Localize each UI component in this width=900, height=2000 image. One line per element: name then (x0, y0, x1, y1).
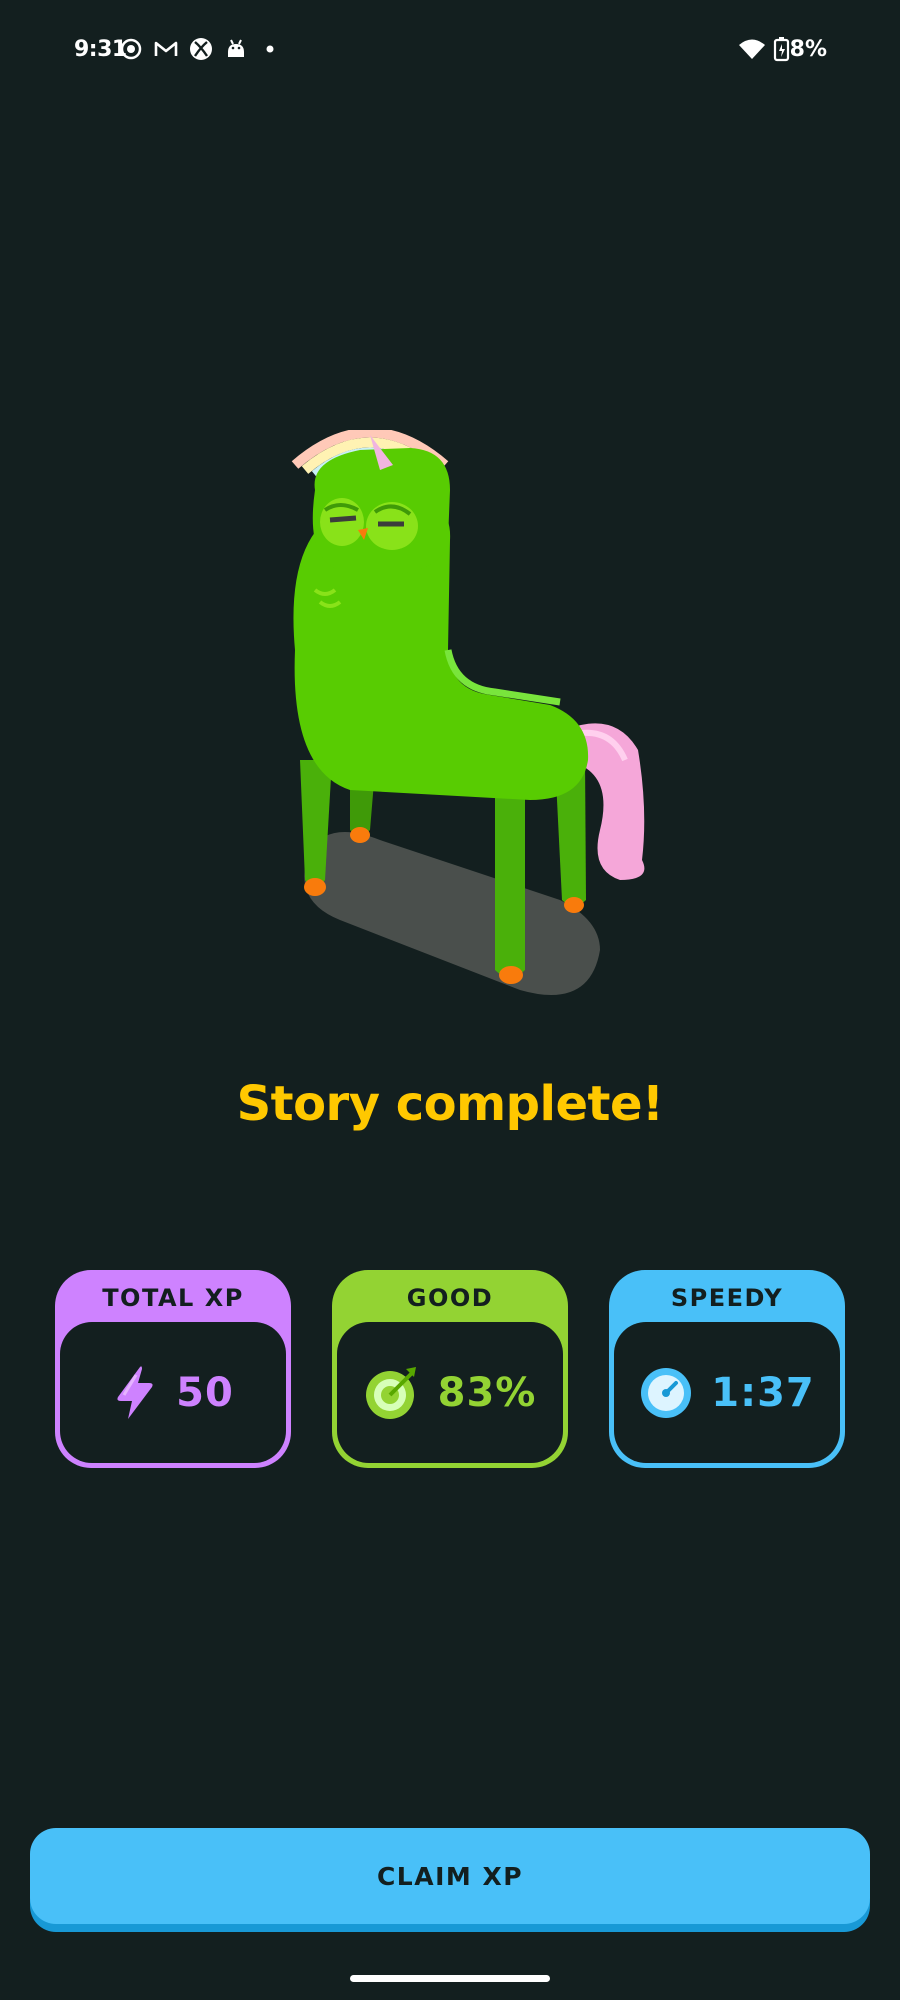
home-indicator[interactable] (350, 1975, 550, 1982)
wifi-icon (739, 39, 765, 59)
good-card: GOOD 83% (332, 1270, 568, 1468)
gmail-icon (154, 41, 178, 56)
screen-record-icon (120, 38, 142, 60)
total-xp-value: 50 (176, 1369, 234, 1416)
story-complete-screen: 9:31 8% Story complete! TOTAL XP 50 GOOD… (0, 0, 900, 2000)
speedy-label: SPEEDY (670, 1284, 784, 1312)
speedy-body: 1:37 (614, 1322, 840, 1463)
speedy-card: SPEEDY 1:37 (609, 1270, 845, 1468)
android-icon (228, 39, 244, 57)
good-value: 83% (437, 1369, 537, 1416)
dot-icon (266, 45, 274, 53)
claim-xp-button[interactable]: CLAIM XP (30, 1828, 870, 1924)
good-label: GOOD (406, 1284, 494, 1312)
page-title: Story complete! (236, 1076, 664, 1132)
lightning-icon (117, 1365, 153, 1419)
total-xp-label: TOTAL XP (102, 1284, 244, 1312)
speedy-value: 1:37 (711, 1369, 815, 1416)
battery-percent: 8% (789, 37, 827, 62)
xbox-icon (190, 38, 212, 60)
total-xp-body: 50 (60, 1322, 286, 1463)
status-bar: 9:31 8% (0, 0, 900, 100)
stopwatch-icon (641, 1367, 692, 1418)
target-icon (365, 1366, 416, 1419)
total-xp-card: TOTAL XP 50 (55, 1270, 291, 1468)
unicorn-mascot-illustration (291, 430, 645, 995)
good-body: 83% (337, 1322, 563, 1463)
